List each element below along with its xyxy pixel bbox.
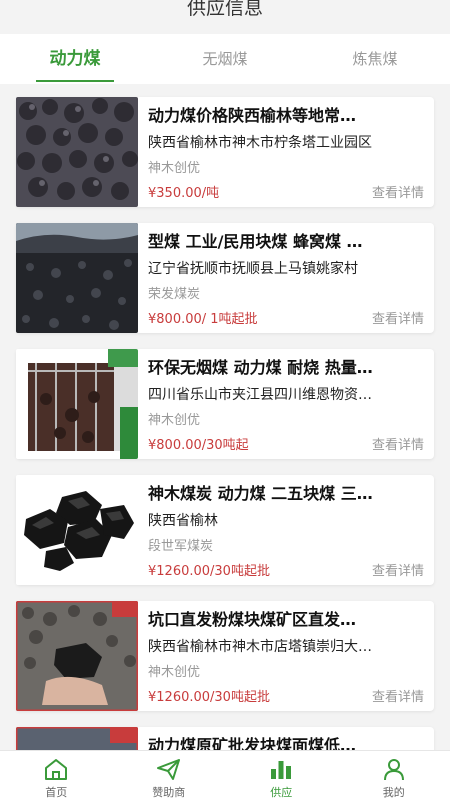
list-item[interactable]: 动力煤价格陕西榆林等地常… 陕西省榆林市神木市柠条塔工业园区 神木创优 ¥350… (16, 97, 434, 207)
product-image (16, 223, 138, 333)
product-image (16, 475, 138, 585)
product-price: ¥1260.00/30吨起批 (148, 690, 270, 705)
page-title: 供应信息 (186, 0, 263, 19)
view-detail-link[interactable]: 查看详情 (372, 182, 424, 201)
nav-label: 供应 (270, 786, 293, 799)
list-item[interactable]: 动力煤原矿批发块煤面煤低… (16, 727, 434, 750)
view-detail-link[interactable]: 查看详情 (372, 308, 424, 327)
product-address: 四川省乐山市夹江县四川维恩物资… (148, 387, 372, 403)
nav-home[interactable]: 首页 (0, 751, 113, 800)
product-address: 陕西省榆林市神木市柠条塔工业园区 (148, 135, 372, 151)
product-price: ¥1260.00/30吨起批 (148, 564, 270, 579)
product-name: 神木煤炭 动力煤 二五块煤 三… (148, 484, 373, 503)
bottom-tab-bar: 首页 赞助商 供应 我的 (0, 750, 450, 800)
list-item[interactable]: 型煤 工业/民用块煤 蜂窝煤 … 辽宁省抚顺市抚顺县上马镇姚家村 荣发煤炭 ¥8… (16, 223, 434, 333)
view-detail-link[interactable]: 查看详情 (372, 686, 424, 705)
home-icon (0, 751, 113, 781)
product-name: 环保无烟煤 动力煤 耐烧 热量… (148, 358, 373, 377)
tab-label: 无烟煤 (202, 50, 248, 68)
supplier-name: 神木创优 (148, 665, 201, 680)
nav-mine[interactable]: 我的 (338, 751, 450, 800)
product-name: 动力煤价格陕西榆林等地常… (148, 106, 357, 125)
product-address: 陕西省榆林 (148, 513, 218, 529)
category-tabs: 动力煤 无烟煤 炼焦煤 (0, 34, 450, 84)
view-detail-link[interactable]: 查看详情 (372, 434, 424, 453)
supplier-name: 荣发煤炭 (148, 287, 201, 302)
product-name: 动力煤原矿批发块煤面煤低… (148, 736, 357, 750)
tab-coking-coal[interactable]: 炼焦煤 (300, 34, 450, 84)
tab-label: 炼焦煤 (352, 50, 398, 68)
list-item[interactable]: 环保无烟煤 动力煤 耐烧 热量… 四川省乐山市夹江县四川维恩物资… 神木创优 ¥… (16, 349, 434, 459)
tab-dongli-coal[interactable]: 动力煤 (0, 34, 150, 84)
product-address: 陕西省榆林市神木市店塔镇崇归大… (148, 639, 372, 655)
product-image (16, 349, 138, 459)
nav-label: 赞助商 (152, 786, 186, 799)
nav-label: 首页 (45, 786, 68, 799)
active-tab-indicator (36, 80, 114, 82)
nav-label: 我的 (382, 786, 405, 799)
nav-supply[interactable]: 供应 (225, 751, 338, 800)
product-price: ¥800.00/30吨起 (148, 438, 249, 453)
product-name: 型煤 工业/民用块煤 蜂窝煤 … (148, 232, 363, 251)
product-address: 辽宁省抚顺市抚顺县上马镇姚家村 (148, 261, 358, 277)
product-name: 坑口直发粉煤块煤矿区直发… (148, 610, 357, 629)
product-image (16, 601, 138, 711)
product-price: ¥800.00/ 1吨起批 (148, 312, 258, 327)
supply-list[interactable]: 动力煤价格陕西榆林等地常… 陕西省榆林市神木市柠条塔工业园区 神木创优 ¥350… (0, 84, 450, 750)
list-item[interactable]: 神木煤炭 动力煤 二五块煤 三… 陕西省榆林 段世军煤炭 ¥1260.00/30… (16, 475, 434, 585)
paper-plane-icon (113, 751, 226, 781)
supplier-name: 神木创优 (148, 413, 201, 428)
view-detail-link[interactable]: 查看详情 (372, 560, 424, 579)
tab-anthracite[interactable]: 无烟煤 (150, 34, 300, 84)
list-item[interactable]: 坑口直发粉煤块煤矿区直发… 陕西省榆林市神木市店塔镇崇归大… 神木创优 ¥126… (16, 601, 434, 711)
product-image (16, 97, 138, 207)
page-header: 供应信息 (0, 0, 450, 34)
supplier-name: 段世军煤炭 (148, 539, 214, 554)
supplier-name: 神木创优 (148, 161, 201, 176)
bar-chart-icon (225, 751, 338, 781)
nav-sponsor[interactable]: 赞助商 (113, 751, 226, 800)
product-price: ¥350.00/吨 (148, 186, 220, 201)
user-icon (338, 751, 450, 781)
product-image (16, 727, 138, 750)
tab-label: 动力煤 (49, 49, 101, 69)
